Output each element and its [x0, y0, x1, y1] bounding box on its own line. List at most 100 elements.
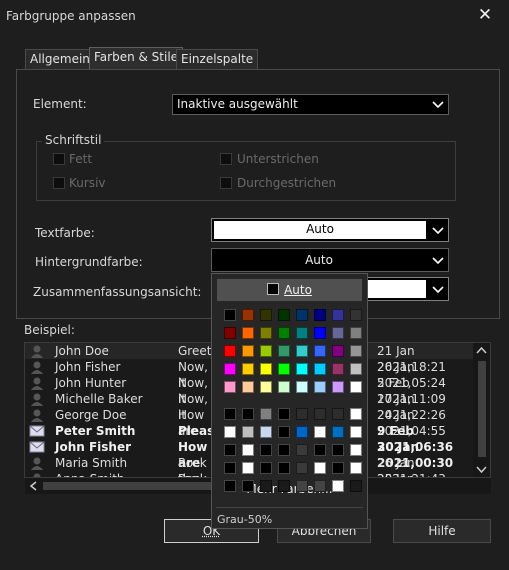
- color-swatch[interactable]: [260, 462, 272, 474]
- color-swatch[interactable]: [314, 462, 326, 474]
- color-swatch[interactable]: [242, 408, 254, 420]
- color-swatch[interactable]: [350, 345, 362, 357]
- color-swatch[interactable]: [332, 345, 344, 357]
- color-swatch[interactable]: [242, 462, 254, 474]
- color-swatch[interactable]: [314, 381, 326, 393]
- color-swatch[interactable]: [260, 363, 272, 375]
- color-swatch[interactable]: [350, 444, 362, 456]
- color-swatch[interactable]: [242, 381, 254, 393]
- color-swatch[interactable]: [260, 480, 272, 492]
- envelope-icon: [29, 424, 45, 438]
- date-text: 25 Jan 2021,07:04: [377, 471, 473, 477]
- contact-icon: [29, 456, 45, 470]
- color-swatch[interactable]: [332, 426, 344, 438]
- color-swatch[interactable]: [242, 327, 254, 339]
- color-swatch[interactable]: [260, 345, 272, 357]
- color-swatch[interactable]: [350, 309, 362, 321]
- hilfe-button[interactable]: Hilfe: [393, 519, 491, 543]
- color-swatch[interactable]: [296, 462, 308, 474]
- envelope-icon: [29, 440, 45, 454]
- color-swatch[interactable]: [242, 426, 254, 438]
- durchgestrichen-checkbox[interactable]: [220, 177, 232, 189]
- color-swatch[interactable]: [350, 480, 362, 492]
- color-swatch[interactable]: [296, 444, 308, 456]
- color-swatch[interactable]: [242, 444, 254, 456]
- close-button[interactable]: ✕: [461, 0, 509, 32]
- color-swatch[interactable]: [260, 408, 272, 420]
- color-swatch[interactable]: [278, 444, 290, 456]
- unterstrichen-checkbox[interactable]: [220, 153, 232, 165]
- color-swatch[interactable]: [260, 327, 272, 339]
- color-swatch[interactable]: [260, 444, 272, 456]
- tab-farben-stile[interactable]: Farben & Stile: [89, 47, 184, 70]
- color-swatch[interactable]: [278, 345, 290, 357]
- color-swatch[interactable]: [242, 480, 254, 492]
- color-swatch[interactable]: [278, 381, 290, 393]
- color-swatch[interactable]: [224, 426, 236, 438]
- color-swatch[interactable]: [296, 345, 308, 357]
- color-swatch[interactable]: [242, 309, 254, 321]
- color-swatch[interactable]: [278, 327, 290, 339]
- color-swatch[interactable]: [296, 309, 308, 321]
- color-swatch[interactable]: [314, 408, 326, 420]
- color-swatch[interactable]: [332, 363, 344, 375]
- color-swatch[interactable]: [314, 345, 326, 357]
- color-swatch[interactable]: [350, 426, 362, 438]
- color-swatch[interactable]: [314, 309, 326, 321]
- color-swatch[interactable]: [314, 480, 326, 492]
- beispiel-label: Beispiel:: [24, 323, 75, 337]
- color-swatch[interactable]: [278, 426, 290, 438]
- color-swatch[interactable]: [314, 426, 326, 438]
- color-swatch[interactable]: [224, 408, 236, 420]
- color-swatch[interactable]: [296, 426, 308, 438]
- color-swatch[interactable]: [332, 381, 344, 393]
- color-swatch[interactable]: [296, 327, 308, 339]
- tab-allgemein[interactable]: Allgemein: [25, 49, 95, 69]
- color-swatch[interactable]: [224, 327, 236, 339]
- kursiv-checkbox[interactable]: [53, 177, 65, 189]
- color-swatch[interactable]: [332, 462, 344, 474]
- color-swatch[interactable]: [224, 444, 236, 456]
- color-swatch[interactable]: [350, 363, 362, 375]
- color-swatch[interactable]: [332, 327, 344, 339]
- color-swatch[interactable]: [314, 363, 326, 375]
- element-dropdown[interactable]: Inaktive ausgewählt: [172, 94, 449, 115]
- color-swatch[interactable]: [350, 462, 362, 474]
- color-swatch[interactable]: [296, 408, 308, 420]
- color-swatch[interactable]: [224, 462, 236, 474]
- color-swatch[interactable]: [296, 363, 308, 375]
- hintergrund-dropdown[interactable]: Auto: [211, 248, 449, 272]
- textfarbe-dropdown[interactable]: Auto: [211, 218, 449, 242]
- color-swatch[interactable]: [296, 381, 308, 393]
- color-swatch[interactable]: [278, 462, 290, 474]
- color-swatch[interactable]: [260, 309, 272, 321]
- color-swatch[interactable]: [332, 408, 344, 420]
- auto-color-option[interactable]: Auto: [217, 279, 362, 301]
- color-swatch[interactable]: [242, 363, 254, 375]
- color-swatch[interactable]: [332, 480, 344, 492]
- color-swatch[interactable]: [278, 408, 290, 420]
- color-swatch[interactable]: [224, 480, 236, 492]
- color-swatch[interactable]: [314, 327, 326, 339]
- tab-einzelspalte[interactable]: Einzelspalte: [176, 49, 259, 69]
- color-swatch[interactable]: [224, 381, 236, 393]
- color-swatch[interactable]: [224, 363, 236, 375]
- color-swatch[interactable]: [278, 363, 290, 375]
- color-swatch[interactable]: [224, 345, 236, 357]
- chevron-down-icon: [428, 249, 448, 271]
- vertical-scrollbar[interactable]: [473, 343, 490, 477]
- color-swatch[interactable]: [314, 444, 326, 456]
- fett-checkbox[interactable]: [53, 153, 65, 165]
- color-swatch[interactable]: [224, 309, 236, 321]
- color-swatch[interactable]: [350, 381, 362, 393]
- color-swatch[interactable]: [242, 345, 254, 357]
- color-swatch[interactable]: [260, 426, 272, 438]
- color-swatch[interactable]: [350, 408, 362, 420]
- color-swatch[interactable]: [296, 480, 308, 492]
- color-swatch[interactable]: [278, 309, 290, 321]
- color-swatch[interactable]: [350, 327, 362, 339]
- color-swatch[interactable]: [332, 444, 344, 456]
- color-swatch[interactable]: [278, 480, 290, 492]
- color-swatch[interactable]: [332, 309, 344, 321]
- color-swatch[interactable]: [260, 381, 272, 393]
